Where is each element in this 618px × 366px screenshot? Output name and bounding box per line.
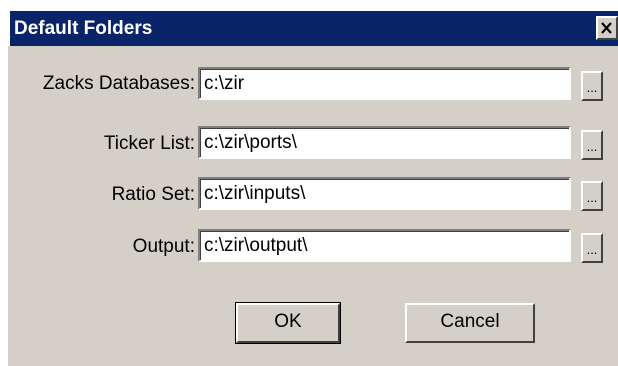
zacks-databases-field[interactable]	[198, 67, 571, 100]
ticker-list-label: Ticker List:	[103, 133, 195, 154]
cancel-button[interactable]: Cancel	[405, 303, 535, 343]
default-folders-dialog: Default Folders Zacks Databases: ... Tic…	[8, 9, 618, 366]
ok-button[interactable]: OK	[235, 302, 341, 344]
close-button[interactable]	[596, 16, 618, 40]
output-browse-button[interactable]: ...	[581, 233, 603, 263]
title-bar[interactable]: Default Folders	[8, 9, 618, 46]
output-field[interactable]	[198, 229, 571, 262]
output-label: Output:	[132, 236, 195, 257]
ratio-set-browse-button[interactable]: ...	[581, 181, 603, 211]
ticker-list-browse-button[interactable]: ...	[581, 130, 603, 160]
window-title: Default Folders	[14, 18, 153, 39]
ticker-list-field[interactable]	[198, 126, 571, 159]
ratio-set-label: Ratio Set:	[111, 184, 195, 205]
close-icon	[601, 22, 612, 34]
zacks-databases-label: Zacks Databases:	[42, 73, 195, 94]
ratio-set-field[interactable]	[198, 177, 571, 210]
zacks-databases-browse-button[interactable]: ...	[581, 71, 603, 101]
